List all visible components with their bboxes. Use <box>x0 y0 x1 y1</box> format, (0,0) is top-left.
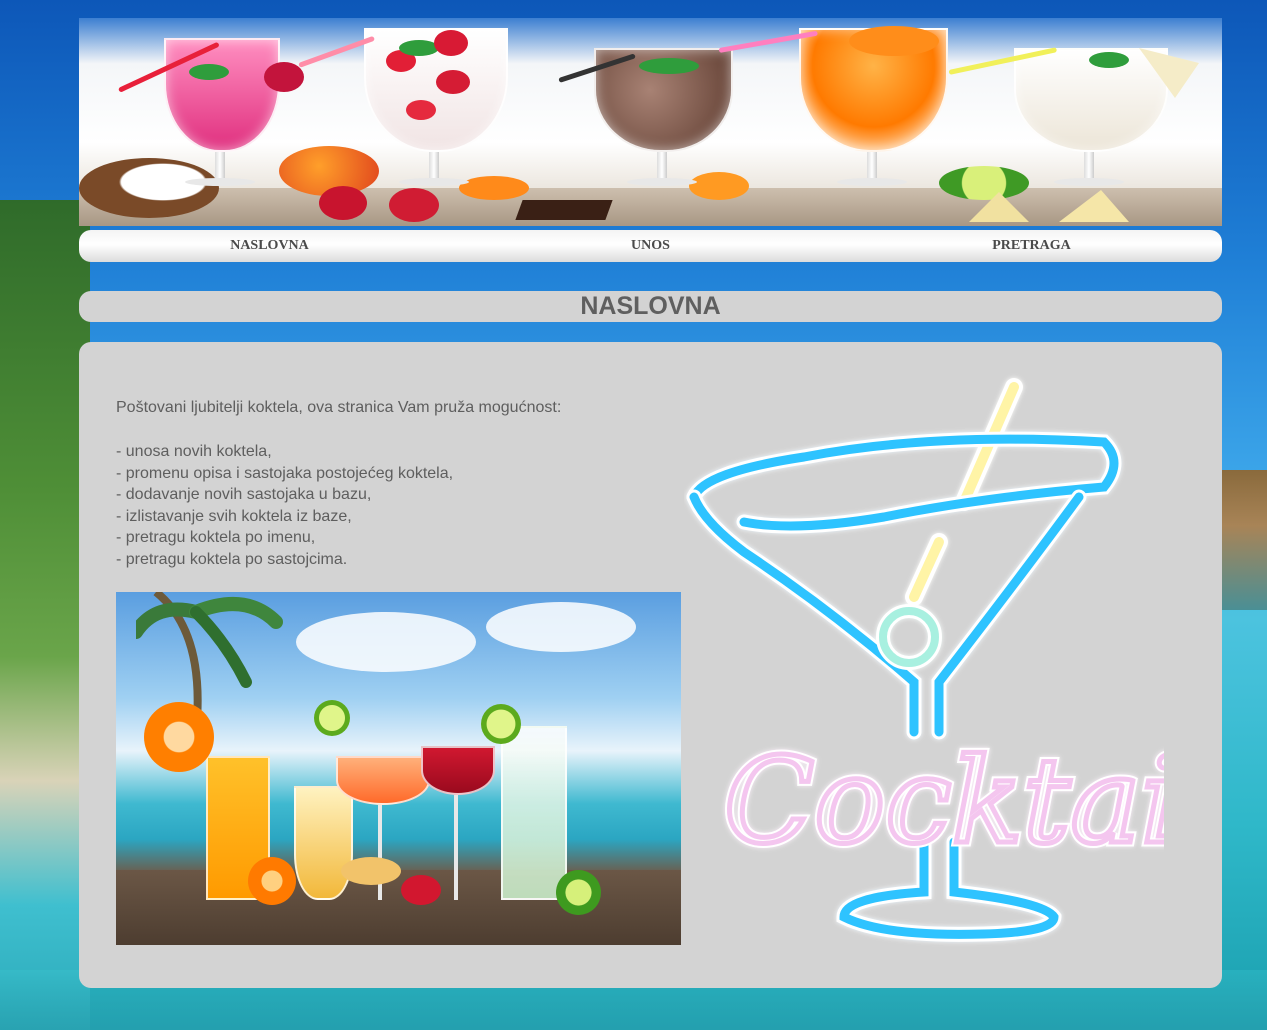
mint-leaf <box>189 64 229 80</box>
main-nav: NASLOVNA UNOS PRETRAGA <box>79 230 1222 262</box>
strawberry-shape <box>319 186 367 220</box>
nav-naslovna[interactable]: NASLOVNA <box>79 230 460 262</box>
intro-text: Poštovani ljubitelji koktela, ova strani… <box>116 399 562 416</box>
feature-list: - unosa novih koktela, - promenu opisa i… <box>116 441 716 570</box>
beach-cocktails-photo <box>116 592 681 945</box>
mojito-glass <box>501 726 567 900</box>
nav-pretraga[interactable]: PRETRAGA <box>841 230 1222 262</box>
nav-unos[interactable]: UNOS <box>460 230 841 262</box>
orange-slice-shape <box>144 702 214 772</box>
orange-slice-shape <box>849 26 939 56</box>
mint-leaf <box>639 58 699 74</box>
orange-martini-glass <box>336 756 430 805</box>
background-island <box>0 200 90 1030</box>
mango-glass <box>294 786 353 900</box>
cloud-shape <box>486 602 636 652</box>
cloud-shape <box>296 612 476 672</box>
mint-leaf <box>399 40 439 56</box>
melon-shape <box>341 857 401 885</box>
glass-stem <box>454 795 458 900</box>
strawberry-shape <box>401 875 441 905</box>
list-item: - promenu opisa i sastojaka postojećeg k… <box>116 464 454 482</box>
header-banner <box>79 18 1222 226</box>
list-item: - dodavanje novih sastojaka u bazu, <box>116 486 372 503</box>
red-martini-glass <box>421 746 495 795</box>
raspberry-shape <box>264 62 304 92</box>
intro-block: Poštovani ljubitelji koktela, ova strani… <box>116 397 716 570</box>
lime-shape <box>556 870 601 915</box>
strawberry-shape <box>434 30 468 56</box>
pina-colada-glass <box>1014 48 1168 186</box>
list-item: - izlistavanje svih koktela iz baze, <box>116 507 352 525</box>
orange-slice-shape <box>248 857 296 905</box>
lime-slice-shape <box>481 704 521 744</box>
chocolate-shape <box>515 200 613 220</box>
strawberry-shape <box>389 188 439 222</box>
content-panel: Poštovani ljubitelji koktela, ova strani… <box>79 342 1222 988</box>
neon-martini-glass-icon: Cocktails Cocktails <box>686 378 1164 942</box>
page-title: NASLOVNA <box>79 291 1222 322</box>
list-item: - unosa novih koktela, <box>116 443 272 460</box>
neon-text: Cocktails <box>724 732 1164 870</box>
background-bungalow <box>1217 470 1267 610</box>
banner-table <box>79 188 1222 226</box>
mint-leaf <box>1089 52 1129 68</box>
list-item: - pretragu koktela po sastojcima. <box>116 550 348 568</box>
glass-stem <box>378 805 382 900</box>
lime-slice-shape <box>314 700 350 736</box>
list-item: - pretragu koktela po imenu, <box>116 529 316 546</box>
